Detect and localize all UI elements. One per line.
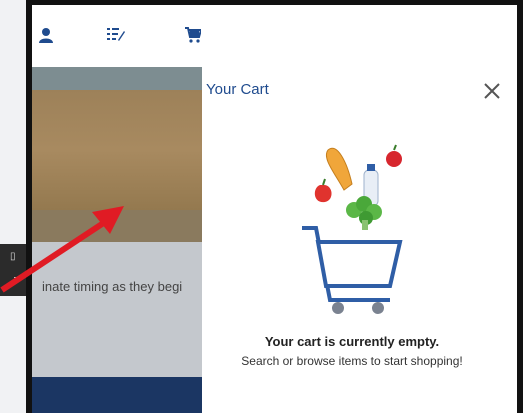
copy-icon[interactable]: ▯ bbox=[10, 252, 20, 262]
share-icon[interactable]: ↗ bbox=[10, 276, 20, 286]
account-icon[interactable] bbox=[38, 27, 54, 48]
background-text: inate timing as they begi bbox=[42, 279, 183, 294]
hero-image bbox=[32, 67, 202, 242]
empty-cart-title: Your cart is currently empty. bbox=[264, 334, 440, 349]
list-icon[interactable] bbox=[107, 27, 125, 46]
top-nav bbox=[32, 5, 517, 67]
close-icon[interactable] bbox=[480, 79, 504, 103]
empty-cart-illustration bbox=[302, 144, 403, 314]
cart-panel: Your Cart Your cart is currently empty. … bbox=[202, 67, 517, 413]
overlay-dim bbox=[32, 242, 202, 377]
left-toolbar: ▯ ↗ bbox=[0, 244, 28, 296]
cart-icon[interactable] bbox=[185, 27, 203, 48]
cart-title: Your Cart bbox=[206, 81, 269, 98]
empty-cart-subtitle: Search or browse items to start shopping… bbox=[241, 354, 463, 368]
